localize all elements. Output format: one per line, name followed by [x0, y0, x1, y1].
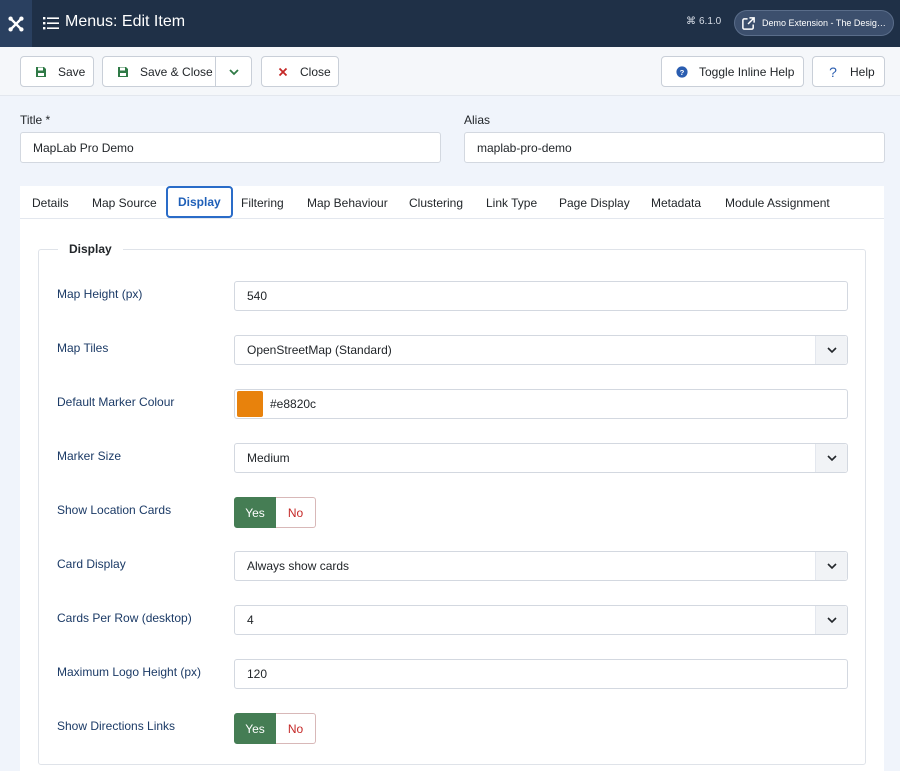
map-tiles-select[interactable]: OpenStreetMap (Standard): [234, 335, 848, 365]
tab-map-behaviour[interactable]: Map Behaviour: [307, 186, 388, 219]
title-input[interactable]: MapLab Pro Demo: [20, 132, 441, 163]
close-label: Close: [300, 64, 331, 79]
alias-input[interactable]: maplab-pro-demo: [464, 132, 885, 163]
show-directions-no[interactable]: No: [276, 713, 316, 744]
marker-colour-value: #e8820c: [270, 397, 317, 411]
card-display-value: Always show cards: [247, 559, 350, 573]
map-tiles-label: Map Tiles: [57, 341, 109, 355]
show-cards-yes[interactable]: Yes: [234, 497, 276, 528]
show-directions-label: Show Directions Links: [57, 719, 176, 733]
title-label: Title *: [20, 113, 51, 127]
tab-map-source[interactable]: Map Source: [92, 186, 157, 219]
show-cards-toggle: Yes No: [234, 497, 316, 528]
tab-display[interactable]: Display: [166, 186, 233, 218]
tab-details[interactable]: Details: [32, 186, 69, 219]
version-badge: ⌘ 6.1.0: [686, 16, 721, 27]
close-icon: [276, 65, 290, 79]
cards-per-row-value: 4: [247, 613, 254, 627]
chevron-down-icon: [815, 552, 847, 580]
card-display-label: Card Display: [57, 557, 126, 571]
map-height-input[interactable]: 540: [234, 281, 848, 311]
save-icon: [34, 65, 48, 79]
save-button[interactable]: Save: [20, 56, 94, 87]
question-circle-icon: ?: [675, 65, 689, 79]
alias-label: Alias: [464, 113, 491, 127]
save-close-button[interactable]: Save & Close: [102, 56, 216, 87]
svg-text:?: ?: [680, 67, 685, 76]
joomla-small-icon: ⌘: [686, 16, 696, 27]
page-title: Menus: Edit Item: [65, 13, 186, 30]
show-directions-toggle: Yes No: [234, 713, 316, 744]
tab-page-display[interactable]: Page Display: [559, 186, 630, 219]
chevron-down-icon: [815, 336, 847, 364]
save-options-dropdown[interactable]: [215, 56, 252, 87]
chevron-down-icon: [815, 444, 847, 472]
cards-per-row-select[interactable]: 4: [234, 605, 848, 635]
max-logo-height-label: Maximum Logo Height (px): [57, 665, 202, 679]
tab-module-assignment[interactable]: Module Assignment: [725, 186, 830, 219]
menu-list-icon: [43, 17, 59, 30]
toggle-inline-help-button[interactable]: ? Toggle Inline Help: [661, 56, 804, 87]
cards-per-row-label: Cards Per Row (desktop): [57, 611, 192, 625]
app-header: Menus: Edit Item ⌘ 6.1.0 Demo Extension …: [0, 0, 900, 47]
site-link-label: Demo Extension - The Design...: [762, 18, 888, 28]
fieldset-legend: Display: [58, 242, 123, 256]
site-link-button[interactable]: Demo Extension - The Design...: [734, 10, 894, 36]
marker-size-value: Medium: [247, 451, 290, 465]
save-label: Save: [58, 64, 86, 79]
show-cards-label: Show Location Cards: [57, 503, 172, 517]
save-icon: [116, 65, 130, 79]
toolbar: Save Save & Close Close ? Toggle Inline …: [0, 47, 900, 96]
max-logo-height-input[interactable]: 120: [234, 659, 848, 689]
joomla-logo-icon[interactable]: [0, 0, 32, 47]
show-cards-no[interactable]: No: [276, 497, 316, 528]
colour-swatch[interactable]: [237, 391, 263, 417]
save-close-label: Save & Close: [140, 64, 213, 79]
marker-colour-input[interactable]: #e8820c: [234, 389, 848, 419]
help-label: Help: [850, 64, 875, 79]
map-tiles-value: OpenStreetMap (Standard): [247, 343, 392, 357]
marker-size-label: Marker Size: [57, 449, 122, 463]
show-directions-yes[interactable]: Yes: [234, 713, 276, 744]
help-button[interactable]: ? Help: [812, 56, 885, 87]
chevron-down-icon: [228, 68, 239, 75]
marker-size-select[interactable]: Medium: [234, 443, 848, 473]
map-height-label: Map Height (px): [57, 287, 143, 301]
tab-metadata[interactable]: Metadata: [651, 186, 701, 219]
card-display-select[interactable]: Always show cards: [234, 551, 848, 581]
tab-filtering[interactable]: Filtering: [241, 186, 284, 219]
question-icon: ?: [829, 63, 837, 80]
tab-link-type[interactable]: Link Type: [486, 186, 537, 219]
close-button[interactable]: Close: [261, 56, 339, 87]
toggle-inline-help-label: Toggle Inline Help: [699, 64, 795, 79]
version-label: 6.1.0: [699, 16, 722, 27]
chevron-down-icon: [815, 606, 847, 634]
marker-colour-label: Default Marker Colour: [57, 395, 175, 409]
tab-clustering[interactable]: Clustering: [409, 186, 463, 219]
tab-bar: Details Map Source Display Filtering Map…: [20, 186, 884, 219]
external-link-icon: [742, 16, 755, 30]
